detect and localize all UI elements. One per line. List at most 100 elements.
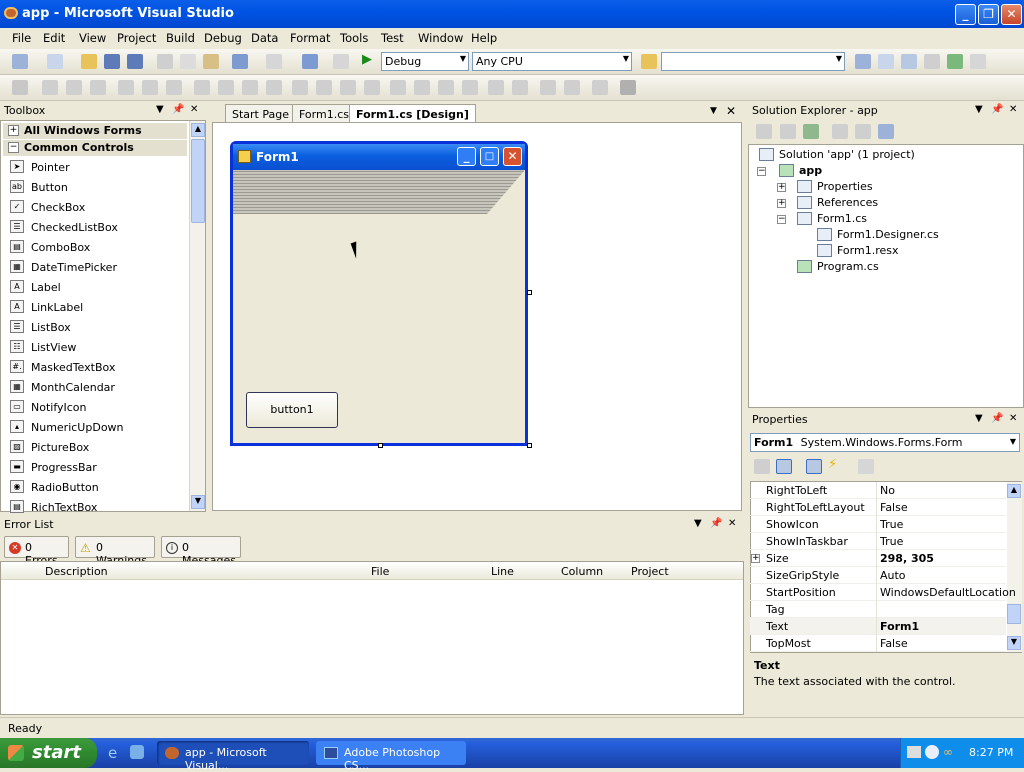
column-line[interactable]: Line [491, 565, 514, 578]
taskbar-visual-studio[interactable]: app - Microsoft Visual... [157, 741, 309, 772]
property-value[interactable]: False [880, 501, 908, 514]
property-grid-scrollbar[interactable]: ▲ ▼ [1007, 482, 1022, 652]
property-row-sizegripstyle[interactable]: SizeGripStyle Auto [750, 567, 1006, 584]
increase-horizontal-spacing-icon[interactable] [316, 80, 332, 95]
pin-icon[interactable]: 📌 [991, 413, 1003, 424]
expand-icon[interactable]: + [8, 125, 19, 136]
decrease-horizontal-spacing-icon[interactable] [340, 80, 356, 95]
increase-vertical-spacing-icon[interactable] [414, 80, 430, 95]
close-icon[interactable]: ✕ [1009, 413, 1017, 424]
properties-view-icon[interactable] [806, 459, 822, 474]
center-horizontally-icon[interactable] [488, 80, 504, 95]
horizontal-spacing-icon[interactable] [292, 80, 308, 95]
toolbox-item-listbox[interactable]: ☰ ListBox [9, 317, 189, 337]
expand-icon[interactable]: + [751, 554, 760, 563]
solution-explorer-icon[interactable] [855, 54, 871, 69]
toolbox-item-listview[interactable]: ☷ ListView [9, 337, 189, 357]
property-row-topmost[interactable]: TopMost False [750, 635, 1006, 652]
start-page-icon[interactable] [947, 54, 963, 69]
new-project-icon[interactable] [12, 54, 28, 69]
toolbox-item-picturebox[interactable]: ▨ PictureBox [9, 437, 189, 457]
toolbox-item-datetimepicker[interactable]: ▦ DateTimePicker [9, 257, 189, 277]
taskbar-photoshop[interactable]: Adobe Photoshop CS... [316, 741, 466, 772]
toolbox-item-linklabel[interactable]: A LinkLabel [9, 297, 189, 317]
column-file[interactable]: File [371, 565, 389, 578]
designed-form[interactable]: Form1 _ □ ✕ button1 [230, 141, 528, 446]
properties-window-icon[interactable] [878, 54, 894, 69]
group-all-windows-forms[interactable]: + All Windows Forms [3, 123, 187, 139]
tree-solution[interactable]: Solution 'app' (1 project) [759, 148, 915, 161]
toolbox-item-maskedtextbox[interactable]: #. MaskedTextBox [9, 357, 189, 377]
expand-icon[interactable]: + [777, 199, 786, 208]
tab-form1-cs[interactable]: Form1.cs [292, 104, 356, 122]
property-value[interactable]: Auto [880, 569, 906, 582]
collapse-icon[interactable]: − [777, 215, 786, 224]
object-selector[interactable]: Form1 System.Windows.Forms.Form ▼ [750, 433, 1020, 452]
chevron-left-icon[interactable] [925, 745, 939, 759]
bring-to-front-icon[interactable] [540, 80, 556, 95]
tree-references[interactable]: References [797, 196, 878, 209]
menu-data[interactable]: Data [251, 31, 278, 45]
active-files-dropdown-icon[interactable]: ▼ [710, 106, 717, 116]
toolbox-item-label[interactable]: A Label [9, 277, 189, 297]
scroll-up-icon[interactable]: ▲ [1007, 484, 1021, 498]
property-row-size[interactable]: + Size 298, 305 [750, 550, 1006, 567]
decrease-vertical-spacing-icon[interactable] [438, 80, 454, 95]
lock-controls-icon[interactable] [620, 80, 636, 95]
categorized-icon[interactable] [754, 459, 770, 474]
toolbox-item-progressbar[interactable]: ▬ ProgressBar [9, 457, 189, 477]
remove-horizontal-spacing-icon[interactable] [364, 80, 380, 95]
view-class-diagram-icon[interactable] [878, 124, 894, 139]
redo-icon[interactable] [266, 54, 282, 69]
navigate-forward-icon[interactable] [333, 54, 349, 69]
properties-icon[interactable] [756, 124, 772, 139]
align-bottoms-icon[interactable] [166, 80, 182, 95]
chevron-down-icon[interactable]: ▼ [975, 413, 983, 424]
add-item-icon[interactable] [47, 54, 63, 69]
toolbox-item-richtextbox[interactable]: ▤ RichTextBox [9, 497, 189, 517]
tab-start-page[interactable]: Start Page [225, 104, 296, 122]
network-icon[interactable] [907, 746, 921, 758]
tab-form1-design[interactable]: Form1.cs [Design] [349, 104, 476, 122]
maximize-button[interactable]: ❐ [978, 4, 999, 25]
toolbox-item-numericupdown[interactable]: ▴ NumericUpDown [9, 417, 189, 437]
toolbox-item-notifyicon[interactable]: ▭ NotifyIcon [9, 397, 189, 417]
tree-form1-cs[interactable]: Form1.cs [797, 212, 867, 225]
refresh-icon[interactable] [803, 124, 819, 139]
solution-configuration-select[interactable]: Debug ▼ [381, 52, 469, 71]
close-button[interactable]: ✕ [1001, 4, 1022, 25]
events-icon[interactable]: ⚡ [828, 457, 844, 472]
copy-icon[interactable] [180, 54, 196, 69]
open-icon[interactable] [81, 54, 97, 69]
tree-project-app[interactable]: app [779, 164, 822, 177]
toolbox-item-pointer[interactable]: ➤ Pointer [9, 157, 189, 177]
collapse-icon[interactable]: − [757, 167, 766, 176]
expand-icon[interactable]: + [777, 183, 786, 192]
errors-filter-button[interactable]: ✕0 Errors [4, 536, 69, 567]
save-all-icon[interactable] [127, 54, 143, 69]
paste-icon[interactable] [203, 54, 219, 69]
solution-platform-select[interactable]: Any CPU ▼ [472, 52, 632, 71]
minimize-button[interactable]: _ [955, 4, 976, 25]
align-middles-icon[interactable] [142, 80, 158, 95]
scroll-thumb[interactable] [191, 139, 205, 223]
property-value[interactable]: 298, 305 [880, 552, 934, 565]
start-debugging-icon[interactable]: ▶ [362, 52, 378, 67]
pin-icon[interactable]: 📌 [991, 104, 1003, 115]
group-common-controls[interactable]: − Common Controls [3, 140, 187, 156]
close-icon[interactable]: ✕ [728, 518, 736, 529]
menu-debug[interactable]: Debug [204, 31, 242, 45]
show-desktop-icon[interactable] [130, 745, 144, 759]
column-column[interactable]: Column [561, 565, 603, 578]
chevron-down-icon[interactable]: ▼ [975, 104, 983, 115]
property-value[interactable]: False [880, 637, 908, 650]
warnings-filter-button[interactable]: ⚠0 Warnings [75, 536, 155, 567]
align-rights-icon[interactable] [90, 80, 106, 95]
make-same-width-icon[interactable] [194, 80, 210, 95]
size-to-grid-icon[interactable] [266, 80, 282, 95]
scroll-up-icon[interactable]: ▲ [191, 123, 205, 137]
resize-handle-corner[interactable] [527, 443, 532, 448]
center-vertically-icon[interactable] [512, 80, 528, 95]
property-row-startposition[interactable]: StartPosition WindowsDefaultLocation [750, 584, 1016, 601]
tray-app-icon[interactable]: ∞ [943, 745, 953, 759]
